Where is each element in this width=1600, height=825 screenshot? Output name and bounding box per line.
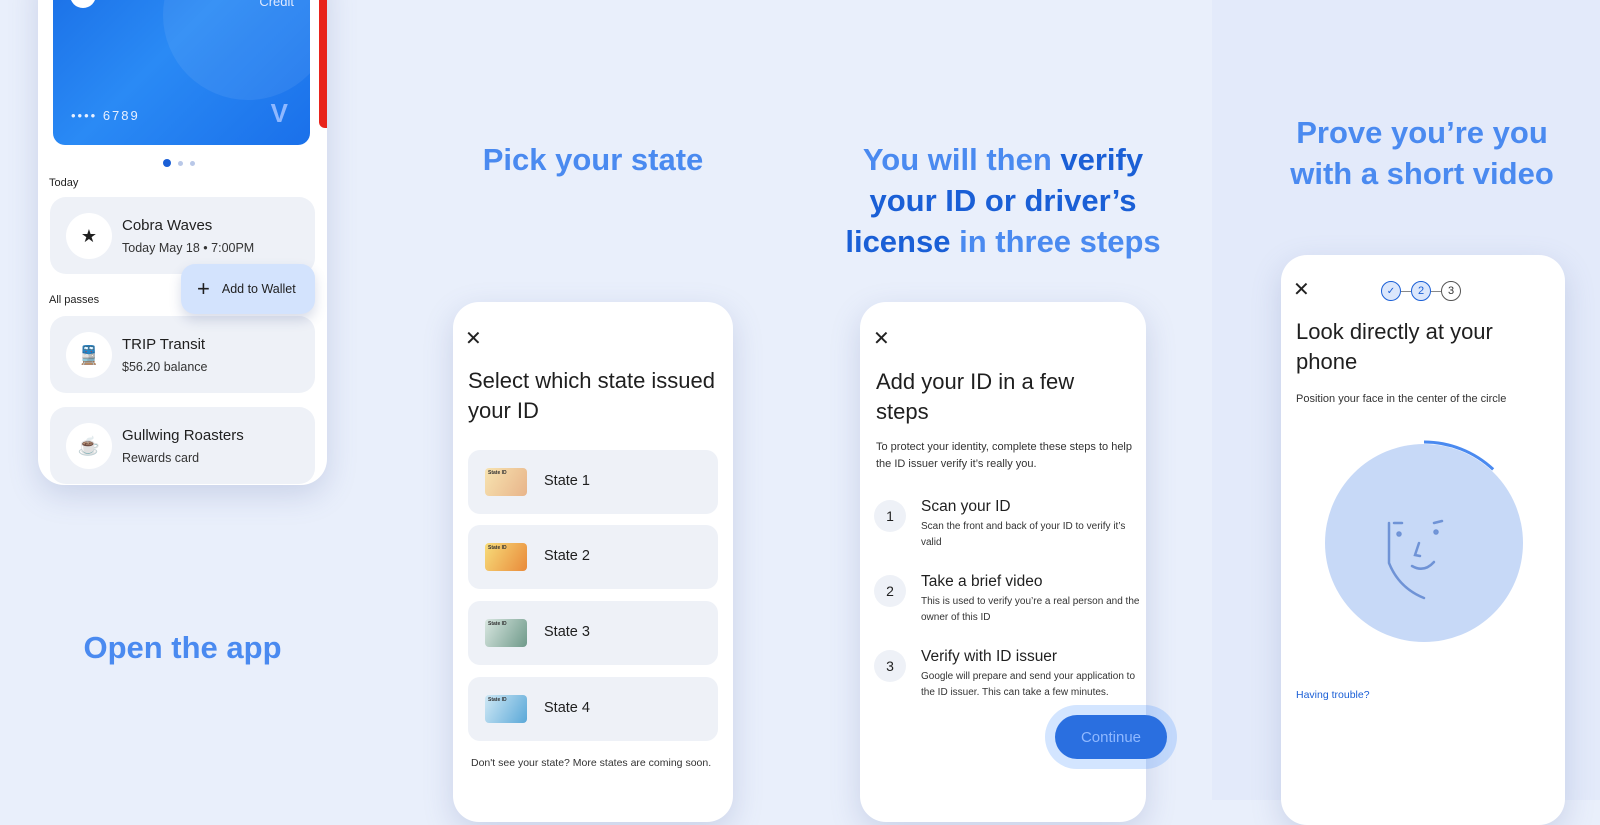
close-icon[interactable]: ✕ — [465, 326, 482, 351]
add-to-wallet-button[interactable]: + Add to Wallet — [181, 264, 315, 314]
step-current: 2 — [1411, 281, 1431, 301]
thumb-label: State ID — [488, 470, 507, 476]
credit-card[interactable]: Credit •••• 6789 V — [53, 0, 310, 145]
close-icon[interactable]: ✕ — [1293, 277, 1310, 302]
id-card-thumbnail: State ID — [485, 468, 527, 496]
pass-title: Gullwing Roasters — [122, 427, 244, 444]
headline-verify: You will then verify your ID or driver’s… — [845, 142, 1161, 259]
pass-title: Cobra Waves — [122, 217, 213, 234]
thumb-label: State ID — [488, 545, 507, 551]
id-card-thumbnail: State ID — [485, 619, 527, 647]
pass-gullwing-roasters[interactable]: ☕ Gullwing Roasters Rewards card — [50, 407, 315, 484]
state-label: State 3 — [544, 624, 590, 640]
thumb-label: State ID — [488, 621, 507, 627]
having-trouble-link[interactable]: Having trouble? — [1296, 689, 1370, 701]
face-capture-circle — [1321, 440, 1527, 646]
video-title: Look directly at your phone — [1296, 319, 1493, 374]
video-instruction: Position your face in the center of the … — [1296, 393, 1507, 405]
state-option[interactable]: State ID State 1 — [468, 450, 718, 514]
close-icon[interactable]: ✕ — [873, 326, 890, 351]
headline-open-app: Open the app — [83, 630, 282, 665]
section-all-passes: All passes — [49, 294, 100, 306]
red-card-edge — [319, 0, 327, 128]
step-done-check: ✓ — [1381, 281, 1401, 301]
state-label: State 1 — [544, 473, 590, 489]
state-option[interactable]: State ID State 2 — [468, 525, 718, 589]
network-logo-icon: V — [270, 98, 288, 128]
plus-icon: + — [197, 276, 210, 301]
add-label: Add to Wallet — [221, 282, 296, 296]
headline-video: Prove you’re you with a short video — [1290, 115, 1554, 191]
carousel-dots[interactable] — [163, 159, 195, 167]
pass-trip-transit[interactable]: 🚆 TRIP Transit $56.20 balance — [50, 316, 315, 393]
headline-pick-state: Pick your state — [482, 142, 704, 177]
pass-title: TRIP Transit — [122, 336, 206, 353]
coffee-cup-icon: ☕ — [66, 423, 112, 469]
train-icon: 🚆 — [66, 332, 112, 378]
video-phone: ✕ ✓ 2 3 Look directly at your phone Posi… — [1281, 255, 1565, 825]
pass-subtitle: Rewards card — [122, 451, 200, 465]
section-today: Today — [49, 177, 79, 189]
state-footer: Don't see your state? More states are co… — [471, 757, 712, 769]
card-type: Credit — [259, 0, 294, 9]
state-label: State 4 — [544, 700, 590, 716]
thumb-label: State ID — [488, 697, 507, 703]
state-option[interactable]: State ID State 4 — [468, 677, 718, 741]
wallet-phone: Credit •••• 6789 V Today ★ Cobra Waves Tod… — [38, 0, 327, 485]
steps-title: Add your ID in a few steps — [876, 369, 1075, 424]
state-label: State 2 — [544, 548, 590, 564]
pass-cobra-waves[interactable]: ★ Cobra Waves Today May 18 • 7:00PM — [50, 197, 315, 274]
pass-subtitle: Today May 18 • 7:00PM — [122, 241, 255, 255]
state-option[interactable]: State ID State 3 — [468, 601, 718, 665]
card-number: •••• 6789 — [71, 108, 140, 123]
progress-stepper: ✓ 2 3 — [1381, 281, 1461, 301]
steps-intro: To protect your identity, complete these… — [876, 441, 1132, 470]
id-card-thumbnail: State ID — [485, 695, 527, 723]
pass-subtitle: $56.20 balance — [122, 360, 208, 374]
step-upcoming: 3 — [1441, 281, 1461, 301]
continue-button[interactable]: Continue — [1055, 715, 1167, 759]
ticket-star-icon: ★ — [66, 213, 112, 259]
card-logo-icon — [70, 0, 96, 8]
id-card-thumbnail: State ID — [485, 543, 527, 571]
state-title: Select which state issued your ID — [468, 368, 716, 423]
state-phone: ✕ Select which state issued your ID Stat… — [453, 302, 733, 822]
